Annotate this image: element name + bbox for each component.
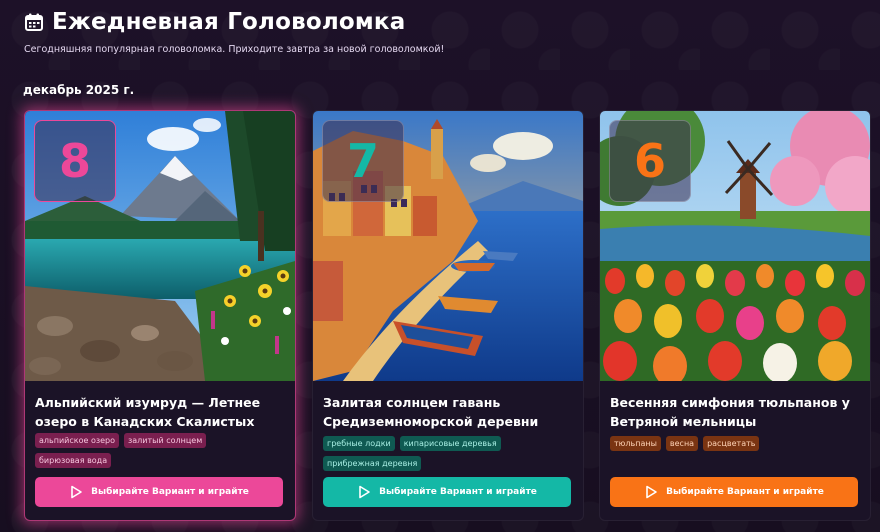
puzzle-image-lake[interactable]: 8	[25, 111, 295, 381]
tag: бирюзовая вода	[35, 453, 112, 468]
tag: прибрежная деревня	[323, 456, 422, 471]
play-button[interactable]: Выбирайте Вариант и играйте	[610, 477, 858, 507]
calendar-icon	[25, 13, 43, 31]
play-button-label: Выбирайте Вариант и играйте	[91, 487, 249, 497]
play-button-label: Выбирайте Вариант и играйте	[666, 487, 824, 497]
puzzle-image-harbor[interactable]: 7	[313, 111, 583, 381]
play-button[interactable]: Выбирайте Вариант и играйте	[35, 477, 283, 507]
page-subtitle: Сегодняшняя популярная головоломка. Прих…	[24, 44, 445, 55]
tag: весна	[665, 436, 699, 451]
play-icon	[646, 485, 657, 499]
tag-list: гребные лодки кипарисовые деревья прибре…	[323, 436, 575, 471]
month-heading: декабрь 2025 г.	[23, 83, 135, 97]
tag: залитый солнцем	[124, 433, 207, 448]
puzzle-title: Весенняя симфония тюльпанов у Ветряной м…	[610, 395, 850, 429]
tag: гребные лодки	[323, 436, 395, 451]
rank-badge: 8	[34, 120, 116, 202]
puzzle-card-tulips[interactable]: 6 Весенняя симфония тюльпанов у Ветряной…	[599, 110, 871, 521]
tag: альпийское озеро	[35, 433, 119, 448]
puzzle-title: Залитая солнцем гавань Средиземноморской…	[323, 395, 539, 429]
rank-badge: 6	[609, 120, 691, 202]
play-button-label: Выбирайте Вариант и играйте	[379, 487, 537, 497]
page-title: Ежедневная Головоломка	[52, 9, 406, 35]
tag-list: альпийское озеро залитый солнцем бирюзов…	[35, 433, 287, 468]
puzzle-card-harbor[interactable]: 7 Залитая солнцем гавань Средиземноморск…	[312, 110, 584, 521]
play-button[interactable]: Выбирайте Вариант и играйте	[323, 477, 571, 507]
play-icon	[359, 485, 370, 499]
play-icon	[71, 485, 82, 499]
page-header: Ежедневная Головоломка Сегодняшняя попул…	[24, 9, 444, 55]
puzzle-image-tulips[interactable]: 6	[600, 111, 870, 381]
tag-list: тюльпаны весна расцветать	[610, 436, 862, 451]
tag: кипарисовые деревья	[399, 436, 501, 451]
puzzle-card-lake[interactable]: 8 Альпийский изумруд — Летнее озеро в Ка…	[24, 110, 296, 521]
rank-badge: 7	[322, 120, 404, 202]
tag: расцветать	[703, 436, 760, 451]
tag: тюльпаны	[610, 436, 661, 451]
